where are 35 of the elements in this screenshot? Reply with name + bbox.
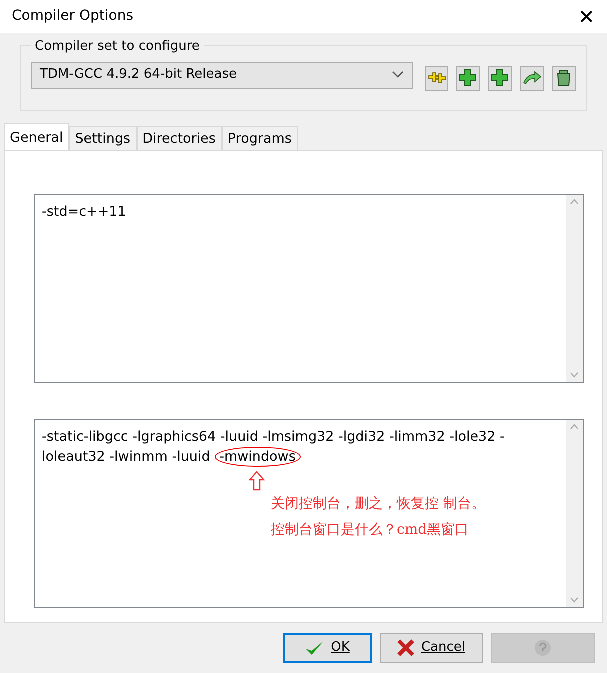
toolbar-button[interactable]	[552, 66, 576, 90]
tab[interactable]: Programs	[222, 126, 298, 150]
scroll-up-icon	[570, 424, 579, 430]
scroll-down-icon	[570, 372, 579, 378]
text-editor[interactable]: -std=c++11	[34, 194, 584, 383]
close-button[interactable]: ✕	[578, 2, 595, 32]
options-text: -static-libgcc -lgraphics64 -luuid -lmsimg32 -lgdi32 -limm32 -lole32 -loleaut32 -lwinmm -luuid -mwindows	[41, 428, 506, 469]
chevron-down-icon	[392, 71, 404, 79]
group-label: Compiler set to configure	[31, 39, 204, 54]
check-icon	[305, 639, 326, 657]
toolbar-button[interactable]	[520, 66, 544, 90]
scrollbar[interactable]	[566, 420, 583, 607]
compiler-dropdown[interactable]: TDM-GCC 4.9.2 64-bit Release	[31, 62, 413, 88]
text-editor[interactable]: -static-libgcc -lgraphics64 -luuid -lmsimg32 -lgdi32 -limm32 -lole32 -loleaut32 -lwinmm -luuid -mwindows 关闭控制台，删之，恢复控 制台。 控制台窗口是什么？cmd黑窗口	[34, 419, 584, 608]
plus-icon	[490, 68, 510, 88]
cross-icon	[397, 639, 416, 657]
scrollbar[interactable]	[566, 195, 583, 382]
tab[interactable]: Settings	[69, 126, 137, 150]
tab[interactable]: Directories	[136, 126, 222, 150]
scroll-up-icon	[570, 199, 579, 205]
toolbar-button[interactable]	[488, 66, 512, 90]
cancel-button[interactable]: Cancel	[380, 633, 483, 663]
window-title: Compiler Options	[12, 7, 134, 26]
toolbar-button[interactable]	[424, 66, 448, 90]
options-text: -std=c++11	[42, 204, 126, 220]
scroll-down-icon	[570, 597, 579, 603]
up-arrow-icon	[249, 471, 265, 491]
help-icon	[534, 639, 552, 657]
ok-button[interactable]: OK	[283, 633, 372, 663]
dropdown-value: TDM-GCC 4.9.2 64-bit Release	[40, 66, 238, 84]
annotation-text: 关闭控制台，删之，恢复控 制台。	[271, 495, 486, 514]
plus-icon	[458, 68, 478, 88]
annotation-text: 控制台窗口是什么？cmd黑窗口	[271, 521, 470, 540]
toolbar-button[interactable]	[456, 66, 480, 90]
tab[interactable]: General	[4, 123, 70, 150]
